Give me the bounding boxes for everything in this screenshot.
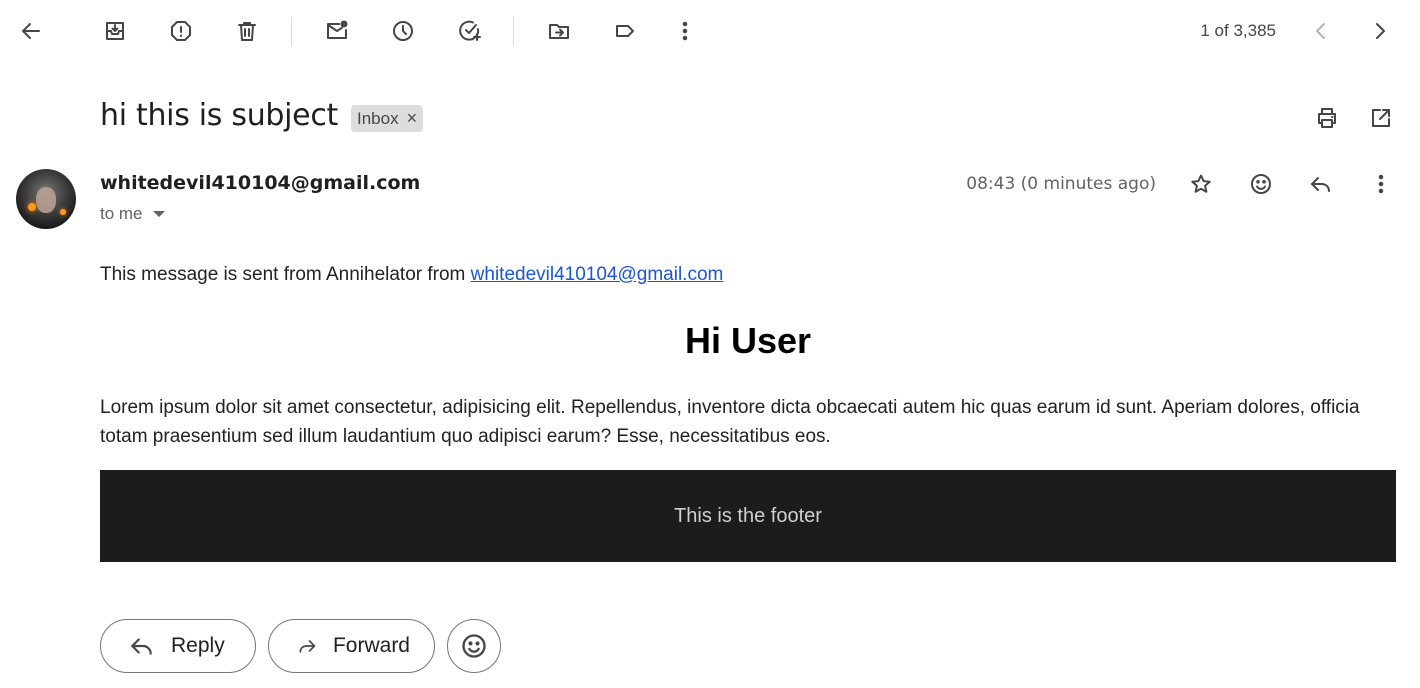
message-intro-text: This message is sent from Annihelator fr… (100, 264, 471, 285)
avatar-glow (60, 209, 66, 215)
star-icon[interactable] (1181, 164, 1221, 204)
caret-down-icon (152, 211, 165, 217)
reply-icon (131, 638, 152, 655)
emoji-icon (462, 634, 486, 658)
snooze-icon[interactable] (383, 11, 423, 51)
footer-text: This is the footer (674, 504, 822, 527)
remove-label-button[interactable]: × (407, 108, 418, 129)
toolbar-divider (513, 17, 514, 46)
add-task-icon[interactable] (450, 11, 490, 51)
emoji-reaction-icon[interactable] (1241, 164, 1281, 204)
back-arrow-icon[interactable] (11, 11, 51, 51)
message-heading: Hi User (684, 320, 812, 361)
delete-icon[interactable] (227, 11, 267, 51)
reply-button[interactable]: Reply (100, 619, 256, 673)
avatar-face (36, 187, 56, 213)
reply-button-label: Reply (171, 634, 225, 657)
labels-icon[interactable] (605, 11, 645, 51)
label-chip-inbox: Inbox × (351, 105, 424, 132)
recipient-label: to me (100, 204, 143, 223)
forward-button[interactable]: Forward (268, 619, 435, 673)
pager-count: 1 of 3,385 (1200, 21, 1276, 40)
toolbar-divider (291, 17, 292, 46)
more-vert-icon[interactable] (1361, 164, 1401, 204)
chevron-left-icon[interactable] (1301, 11, 1341, 51)
mark-unread-icon[interactable] (317, 11, 357, 51)
archive-icon[interactable] (95, 11, 135, 51)
chevron-right-icon[interactable] (1360, 11, 1400, 51)
message-paragraph: Lorem ipsum dolor sit amet consectetur, … (100, 397, 1360, 447)
forward-icon (299, 640, 316, 653)
report-spam-icon[interactable] (161, 11, 201, 51)
move-to-icon[interactable] (539, 11, 579, 51)
label-chip-text: Inbox (357, 108, 399, 128)
emoji-reaction-button[interactable] (447, 619, 501, 673)
sender-email-link[interactable]: whitedevil410104@gmail.com (471, 264, 724, 285)
message-intro: This message is sent from Annihelator fr… (100, 264, 723, 286)
email-subject: hi this is subject (100, 98, 338, 133)
print-icon[interactable] (1307, 98, 1347, 138)
more-vert-icon[interactable] (665, 11, 705, 51)
sender-address[interactable]: whitedevil410104@gmail.com (100, 172, 420, 194)
reply-icon[interactable] (1301, 164, 1341, 204)
avatar-glow (28, 203, 36, 211)
recipient-details-toggle[interactable]: to me (100, 204, 165, 224)
avatar[interactable] (16, 169, 76, 229)
message-footer: This is the footer (100, 470, 1396, 562)
forward-button-label: Forward (332, 634, 410, 657)
message-timestamp: 08:43 (0 minutes ago) (966, 174, 1156, 194)
open-new-window-icon[interactable] (1361, 98, 1401, 138)
